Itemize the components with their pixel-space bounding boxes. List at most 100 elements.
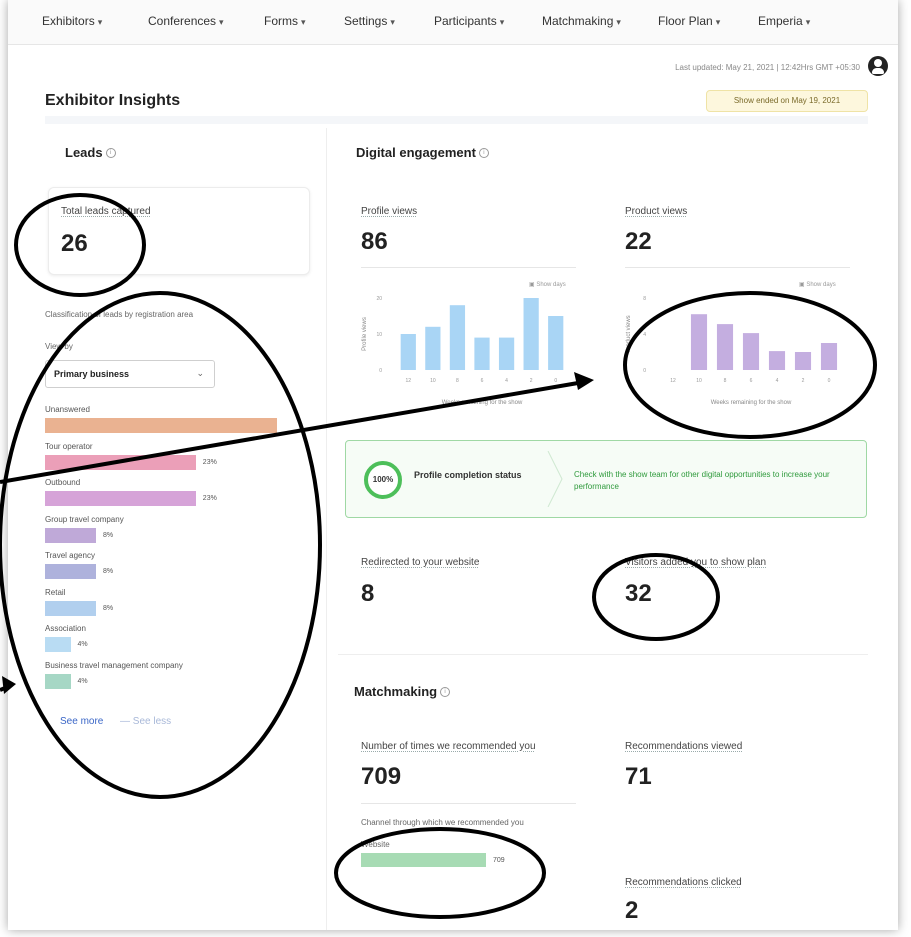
classification-label: Classification of leads by registration … — [45, 310, 194, 319]
x-tick-label: 8 — [724, 378, 727, 384]
nav-forms[interactable]: Forms ▾ — [264, 14, 306, 28]
lead-category-pct: 8% — [103, 568, 114, 575]
nav-label: Settings — [344, 14, 388, 28]
x-tick-label: 8 — [456, 378, 459, 384]
lead-category-bar — [45, 637, 71, 652]
recommendations-viewed-value: 71 — [625, 763, 652, 790]
see-more-link[interactable]: See more — [60, 716, 103, 727]
x-tick-label: 12 — [670, 378, 676, 384]
channel-website-value: 709 — [493, 857, 505, 864]
redirected-label: Redirected to your website — [361, 557, 480, 568]
lead-category-label: Tour operator — [45, 441, 93, 451]
chevron-separator-icon — [547, 451, 563, 507]
lead-category-label: Outbound — [45, 478, 81, 487]
caret-down-icon: ▾ — [715, 17, 721, 27]
total-leads-card: Total leads captured 26 — [48, 187, 310, 275]
y-tick-label: 0 — [379, 368, 382, 374]
recommendations-clicked-label: Recommendations clicked — [625, 877, 742, 888]
bar — [474, 337, 490, 370]
lead-category-bar — [45, 454, 196, 470]
show-status-badge: Show ended on May 19, 2021 — [706, 90, 868, 112]
bar — [794, 352, 812, 370]
y-tick-label: 0 — [643, 368, 646, 374]
lead-category-pct: 4% — [77, 677, 88, 685]
x-tick-label: 10 — [696, 378, 702, 384]
info-icon[interactable]: i — [105, 148, 116, 158]
lead-category-pct: 23% — [202, 458, 217, 466]
see-less-link[interactable]: — See less — [120, 716, 171, 727]
matchmaking-title: Matchmaking i — [354, 684, 451, 699]
y-tick-label: 10 — [376, 332, 382, 338]
caret-down-icon: ▾ — [805, 17, 811, 27]
exhibitor-insights-window: Exhibitors ▾ Conferences ▾ Forms ▾ Settings… — [8, 0, 898, 930]
nav-settings[interactable]: Settings ▾ — [344, 14, 395, 28]
lead-category-pct: 8% — [103, 604, 114, 612]
bar — [498, 337, 515, 370]
x-tick-label: 12 — [406, 378, 412, 384]
leads-title: Leads i — [65, 145, 116, 160]
lead-category-pct: 8% — [103, 531, 114, 539]
x-tick-label: 2 — [802, 378, 805, 384]
show-days-label: Show days — [806, 282, 836, 288]
profile-completion-ring: 100% — [364, 461, 402, 499]
nav-floor-plan[interactable]: Floor Plan ▾ — [658, 14, 720, 28]
view-by-select[interactable]: Primary business ⌄ — [45, 360, 215, 388]
x-tick-label: 4 — [776, 378, 779, 384]
x-tick-label: 2 — [530, 378, 533, 384]
channel-label: Channel through which we recommended you — [361, 818, 524, 827]
nav-label: Floor Plan — [658, 14, 713, 28]
profile-completion-label: Profile completion status — [414, 470, 522, 480]
matchmaking-title-text: Matchmaking — [354, 684, 438, 699]
user-account-icon[interactable] — [868, 56, 888, 76]
nav-conferences[interactable]: Conferences ▾ — [148, 14, 224, 28]
profile-completion-banner: 100% Profile completion status Check wit… — [345, 440, 867, 518]
lead-category-bar — [45, 600, 97, 616]
show-days-toggle[interactable]: ▣ Show days — [799, 281, 836, 288]
y-axis-label: Product views — [626, 315, 632, 352]
y-tick-label: 4 — [643, 332, 646, 338]
lead-category-bar — [45, 673, 71, 689]
info-icon[interactable]: i — [440, 687, 451, 697]
nav-participants[interactable]: Participants ▾ — [434, 14, 504, 28]
chevron-down-icon: ⌄ — [196, 368, 204, 378]
lead-category-bar — [45, 418, 277, 433]
bar — [742, 333, 760, 370]
visitors-added-label: Visitors added you to show plan — [625, 557, 767, 568]
show-days-label: Show days — [536, 282, 566, 288]
bar — [548, 316, 564, 370]
top-nav: Exhibitors ▾ Conferences ▾ Forms ▾ Settings… — [8, 0, 898, 45]
x-tick-label: 0 — [554, 378, 557, 384]
total-leads-label: Total leads captured — [61, 206, 151, 217]
lead-category-label: Business travel management company — [45, 660, 183, 670]
column-divider — [326, 128, 327, 930]
nav-label: Emperia — [758, 14, 803, 28]
nav-emperia[interactable]: Emperia ▾ — [758, 14, 810, 28]
lead-category-label: Travel agency — [45, 551, 95, 560]
nav-exhibitors[interactable]: Exhibitors ▾ — [42, 14, 102, 28]
bar — [425, 326, 441, 370]
x-tick-label: 6 — [481, 378, 484, 384]
profile-views-chart: Profile views0102012 10 8 6 4 2 0Weeks remaini… — [362, 296, 564, 406]
last-updated: Last updated: May 21, 2021 | 12:42Hrs GM… — [675, 63, 860, 72]
profile-message: Check with the show team for other digit… — [574, 470, 830, 491]
product-views-value: 22 — [625, 228, 652, 255]
show-days-toggle[interactable]: ▣ Show days — [529, 281, 566, 288]
leads-title-text: Leads — [65, 145, 103, 160]
x-tick-label: 6 — [750, 378, 753, 384]
visitors-added-value: 32 — [625, 580, 652, 607]
bar — [449, 305, 466, 370]
recommendations-viewed-label: Recommendations viewed — [625, 741, 743, 752]
channel-name: Website — [361, 840, 390, 849]
product-views-chart: Product views 0 4 8 12 10 8 6 4 2 0 Weeks remaining… — [626, 296, 838, 406]
nav-label: Participants — [434, 14, 497, 28]
lead-category-label: Association — [45, 624, 86, 633]
info-icon[interactable]: i — [478, 148, 489, 158]
lead-category-bar — [45, 527, 97, 543]
lead-category-label: Retail — [45, 587, 66, 597]
lead-category-label: Group travel company — [45, 514, 124, 524]
caret-down-icon: ▾ — [499, 17, 505, 27]
channel-website-bar — [361, 853, 486, 867]
nav-matchmaking[interactable]: Matchmaking ▾ — [542, 14, 621, 28]
view-by-label: View by — [45, 342, 73, 351]
divider — [625, 267, 850, 268]
